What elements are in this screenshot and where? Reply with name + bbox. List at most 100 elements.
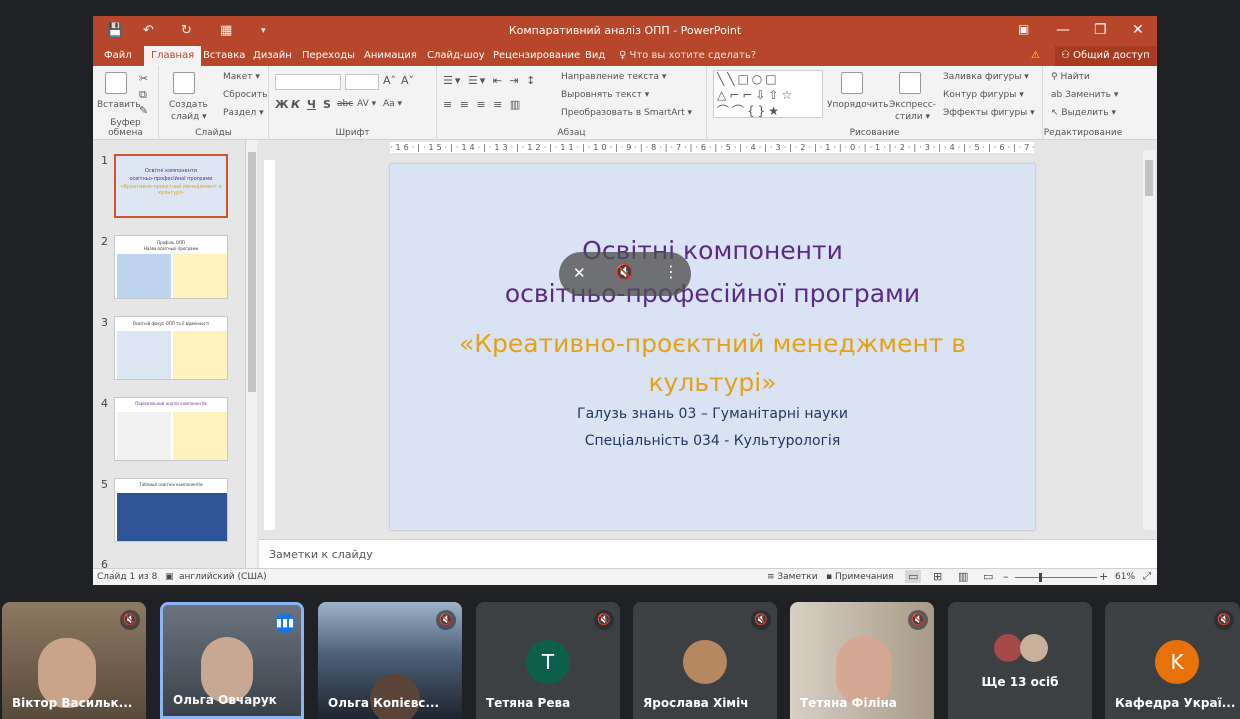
list-buttons-icon[interactable]: ☰▾ ☰▾ ⇤ ⇥ ↕ <box>443 74 537 87</box>
underline-button[interactable]: Ч <box>307 98 316 111</box>
italic-button[interactable]: К <box>291 98 300 111</box>
shadow-button[interactable]: S <box>323 98 331 111</box>
notes-pane[interactable]: Заметки к слайду <box>259 539 1157 568</box>
find-button[interactable]: ⚲ Найти <box>1051 72 1090 82</box>
tab-animation[interactable]: Анимация <box>364 50 417 61</box>
language-indicator[interactable]: английский (США) <box>179 572 267 582</box>
more-participants-tile[interactable]: Ще 13 осіб <box>948 602 1092 719</box>
pin-off-icon[interactable]: ✕ <box>573 264 586 282</box>
strikethrough-button[interactable]: abc <box>337 99 353 109</box>
slide-program-name[interactable]: «Креативно-проєктний менеджмент в культу… <box>400 324 1025 402</box>
slide-thumbnail-5[interactable]: Таблиця освітніх компонентів <box>114 478 228 542</box>
slide-title-line-1[interactable]: Освітні компоненти <box>390 236 1035 265</box>
participant-tile[interactable]: 🔇 Ольга Копієвс... <box>318 602 462 719</box>
spellcheck-icon[interactable]: ▣ <box>165 572 174 582</box>
font-size-input[interactable] <box>345 74 379 90</box>
tab-home[interactable]: Главная <box>144 46 202 66</box>
shrink-font-button[interactable]: A˅ <box>401 74 414 87</box>
participant-tile[interactable]: 🔇 Ярослава Хіміч <box>633 602 777 719</box>
smartart-button[interactable]: Преобразовать в SmartArt ▾ <box>561 108 692 118</box>
zoom-level[interactable]: 61% <box>1115 572 1135 582</box>
tab-slideshow[interactable]: Слайд-шоу <box>427 50 485 61</box>
arrange-button[interactable]: Упорядочить <box>827 100 888 110</box>
section-button[interactable]: Раздел ▾ <box>223 108 264 118</box>
zoom-in-button[interactable]: + <box>1099 570 1108 583</box>
replace-button[interactable]: ab Заменить ▾ <box>1051 90 1118 100</box>
notes-toggle-button[interactable]: ≡ Заметки <box>767 572 818 582</box>
select-button[interactable]: ↖ Выделить ▾ <box>1051 108 1116 118</box>
shape-outline-button[interactable]: Контур фигуры ▾ <box>943 90 1024 100</box>
tab-review[interactable]: Рецензирование <box>493 50 580 61</box>
quick-styles-dropdown[interactable]: стили ▾ <box>895 112 930 122</box>
slide-specialty[interactable]: Спеціальність 034 - Культурологія <box>390 433 1035 449</box>
reset-button[interactable]: Сбросить <box>223 90 267 100</box>
tab-insert[interactable]: Вставка <box>203 50 245 61</box>
mute-icon[interactable]: 🔇 <box>615 263 634 281</box>
scrollbar-thumb[interactable] <box>248 152 256 392</box>
new-slide-dropdown[interactable]: слайд ▾ <box>171 112 207 122</box>
slide-thumbnail-3[interactable]: Освітній фокус ОПП та її відмінності <box>114 316 228 380</box>
ribbon-display-icon[interactable]: ▣ <box>1018 22 1029 36</box>
participant-name: Тетяна Філіна <box>800 696 897 710</box>
participant-tile[interactable]: K 🔇 Кафедра Украї... <box>1105 602 1240 719</box>
slide-canvas[interactable]: Освітні компоненти освітньо-професійної … <box>390 164 1035 530</box>
maximize-icon[interactable]: ❐ <box>1094 22 1107 38</box>
char-spacing-button[interactable]: AV ▾ <box>357 99 376 109</box>
zoom-slider[interactable] <box>1015 573 1097 582</box>
share-button[interactable]: ⚇ Общий доступ <box>1055 46 1156 66</box>
close-icon[interactable]: ✕ <box>1132 22 1144 38</box>
shapes-gallery[interactable]: ╲╲□○□ △⌐⌐⇩⇧☆ ⌒⌒{}★ <box>713 70 823 118</box>
copy-icon[interactable]: ⧉ <box>139 88 147 102</box>
minimize-icon[interactable]: — <box>1056 22 1070 38</box>
participant-tile-speaking[interactable]: ▮▮▮ Ольга Овчарук <box>160 602 304 719</box>
slide-thumbnail-4[interactable]: Порівняльний аналіз компонентів <box>114 397 228 461</box>
quick-styles-icon[interactable] <box>899 72 921 94</box>
arrange-icon[interactable] <box>841 72 863 94</box>
font-name-input[interactable] <box>275 74 341 90</box>
scrollbar-thumb[interactable] <box>1145 160 1153 196</box>
tab-transitions[interactable]: Переходы <box>302 50 355 61</box>
normal-view-icon[interactable]: ▭ <box>905 570 922 583</box>
thumb-number: 2 <box>101 235 108 248</box>
zoom-slider-thumb[interactable] <box>1039 573 1042 582</box>
tab-view[interactable]: Вид <box>585 50 605 61</box>
new-slide-icon[interactable] <box>173 72 195 94</box>
paste-icon[interactable] <box>105 72 127 94</box>
slide-thumbnail-2[interactable]: Профіль ОПП Назва освітньої програми <box>114 235 228 299</box>
layout-button[interactable]: Макет ▾ <box>223 72 260 82</box>
quick-styles-button[interactable]: Экспресс- <box>889 100 936 110</box>
text-direction-button[interactable]: Направление текста ▾ <box>561 72 666 82</box>
paste-label[interactable]: Вставить <box>97 100 141 110</box>
tab-design[interactable]: Дизайн <box>253 50 292 61</box>
new-slide-label[interactable]: Создать <box>169 100 208 110</box>
participant-tile[interactable]: 🔇 Віктор Васильк... <box>2 602 146 719</box>
slide-sorter-icon[interactable]: ⊞ <box>933 570 942 583</box>
participant-tile[interactable]: 🔇 Тетяна Філіна <box>790 602 934 719</box>
slide-thumbnail-1[interactable]: Освітні компоненти освітньо-професійної … <box>114 154 228 218</box>
bold-button[interactable]: Ж <box>275 98 288 111</box>
select-label: Выделить ▾ <box>1061 108 1116 118</box>
reading-view-icon[interactable]: ▥ <box>958 570 968 583</box>
align-text-button[interactable]: Выровнять текст ▾ <box>561 90 649 100</box>
shape-effects-button[interactable]: Эффекты фигуры ▾ <box>943 108 1035 118</box>
slideshow-view-icon[interactable]: ▭ <box>983 570 993 583</box>
slide-field-of-knowledge[interactable]: Галузь знань 03 – Гуманітарні науки <box>390 406 1035 422</box>
format-painter-icon[interactable]: ✎ <box>139 104 148 117</box>
change-case-button[interactable]: Aa ▾ <box>383 99 402 109</box>
shape-fill-button[interactable]: Заливка фигуры ▾ <box>943 72 1029 82</box>
group-label: Слайды <box>195 128 232 138</box>
zoom-out-button[interactable]: – <box>1003 570 1009 583</box>
cut-icon[interactable]: ✂ <box>139 72 148 85</box>
comments-toggle-button[interactable]: ▪ Примечания <box>826 572 894 582</box>
tab-file[interactable]: Файл <box>104 50 132 61</box>
fit-slide-icon[interactable]: ⤢ <box>1143 571 1151 582</box>
grow-font-button[interactable]: A˄ <box>383 74 396 87</box>
align-buttons-icon[interactable]: ≡ ≡ ≡ ≡ ▥ <box>443 98 522 111</box>
slide-scrollbar[interactable] <box>1143 150 1155 530</box>
slide-title-line-2[interactable]: освітньо-професійної програми <box>390 279 1035 308</box>
participant-tile[interactable]: T 🔇 Тетяна Рева <box>476 602 620 719</box>
more-options-icon[interactable]: ⋮ <box>663 262 679 281</box>
thumbnails-scrollbar[interactable] <box>245 140 257 568</box>
tell-me-search[interactable]: ♀ Что вы хотите сделать? <box>619 50 756 61</box>
thumb-block <box>173 254 227 298</box>
